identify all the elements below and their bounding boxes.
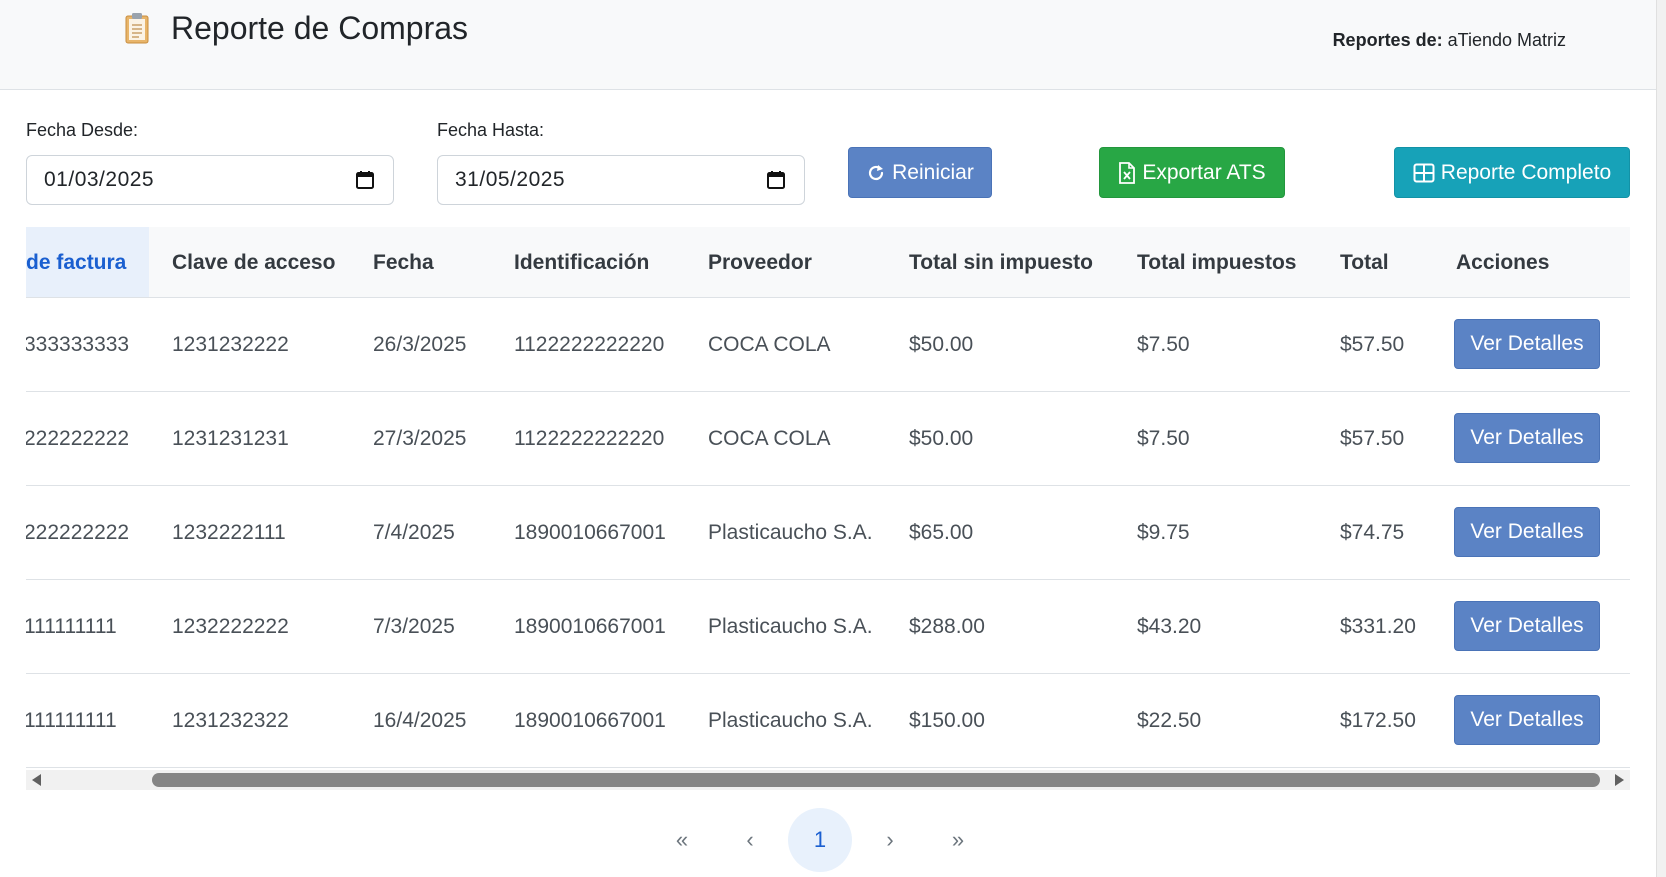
table-header: de factura Clave de acceso Fecha Identif… bbox=[26, 227, 1630, 298]
export-ats-button[interactable]: Exportar ATS bbox=[1099, 147, 1285, 198]
cell-supplier: Plasticaucho S.A. bbox=[708, 709, 873, 732]
table-row: 111111111 1232222222 7/3/2025 1890010667… bbox=[26, 579, 1630, 674]
cell-date: 7/4/2025 bbox=[373, 521, 455, 544]
column-header-subtotal[interactable]: Total sin impuesto bbox=[909, 251, 1093, 275]
cell-date: 7/3/2025 bbox=[373, 615, 455, 638]
column-header-actions: Acciones bbox=[1456, 251, 1550, 274]
page-title: Reporte de Compras bbox=[171, 10, 469, 46]
cell-subtotal: $50.00 bbox=[909, 427, 974, 450]
next-page-button[interactable]: › bbox=[858, 808, 922, 872]
calendar-icon[interactable] bbox=[355, 170, 375, 190]
cell-date: 27/3/2025 bbox=[373, 427, 467, 450]
cell-taxes: $7.50 bbox=[1137, 333, 1190, 356]
page-button-current[interactable]: 1 bbox=[788, 808, 852, 872]
first-page-button[interactable]: « bbox=[650, 808, 714, 872]
pagination: « ‹ 1 › » bbox=[0, 808, 1656, 872]
cell-subtotal: $150.00 bbox=[909, 709, 985, 732]
reports-for-value: aTiendo Matriz bbox=[1447, 30, 1566, 50]
column-header-supplier[interactable]: Proveedor bbox=[708, 251, 812, 275]
cell-identification: 1122222222220 bbox=[514, 333, 665, 356]
cell-identification: 1122222222220 bbox=[514, 427, 665, 450]
full-report-button[interactable]: Reporte Completo bbox=[1394, 147, 1630, 198]
scroll-left-arrow[interactable] bbox=[32, 774, 41, 786]
table-row: 111111111 1231232322 16/4/2025 189001066… bbox=[26, 673, 1630, 768]
cell-access-key: 1232222111 bbox=[172, 521, 286, 544]
column-header-access-key[interactable]: Clave de acceso bbox=[172, 251, 335, 275]
date-from-value: 01/03/2025 bbox=[44, 168, 155, 191]
cell-invoice: 222222222 bbox=[26, 521, 130, 544]
date-to-input[interactable]: 31/05/2025 bbox=[437, 155, 805, 205]
cell-date: 16/4/2025 bbox=[373, 709, 467, 732]
cell-total: $172.50 bbox=[1340, 709, 1416, 732]
prev-page-button[interactable]: ‹ bbox=[718, 808, 782, 872]
reports-for-label: Reportes de: bbox=[1332, 30, 1443, 50]
table-row: 222222222 1231231231 27/3/2025 112222222… bbox=[26, 391, 1630, 486]
scroll-right-arrow[interactable] bbox=[1615, 774, 1624, 786]
refresh-icon bbox=[869, 164, 884, 180]
last-page-button[interactable]: » bbox=[926, 808, 990, 872]
reset-label: Reiniciar bbox=[892, 160, 974, 184]
cell-access-key: 1232222222 bbox=[172, 615, 289, 638]
cell-identification: 1890010667001 bbox=[514, 521, 666, 544]
vertical-scrollbar[interactable] bbox=[1656, 0, 1666, 877]
cell-identification: 1890010667001 bbox=[514, 709, 666, 732]
cell-supplier: Plasticaucho S.A. bbox=[708, 521, 873, 544]
table-row: 333333333 1231232222 26/3/2025 112222222… bbox=[26, 297, 1630, 392]
cell-taxes: $7.50 bbox=[1137, 427, 1190, 450]
cell-subtotal: $288.00 bbox=[909, 615, 985, 638]
view-details-button[interactable]: Ver Detalles bbox=[1454, 319, 1600, 369]
cell-supplier: COCA COLA bbox=[708, 333, 831, 356]
cell-taxes: $43.20 bbox=[1137, 615, 1202, 638]
cell-supplier: COCA COLA bbox=[708, 427, 831, 450]
cell-taxes: $22.50 bbox=[1137, 709, 1202, 732]
date-from-input[interactable]: 01/03/2025 bbox=[26, 155, 394, 205]
cell-access-key: 1231232222 bbox=[172, 333, 289, 356]
date-from-label: Fecha Desde: bbox=[26, 120, 139, 140]
cell-identification: 1890010667001 bbox=[514, 615, 666, 638]
column-header-invoice[interactable]: de factura bbox=[26, 251, 126, 275]
table-icon bbox=[1413, 163, 1435, 182]
cell-subtotal: $65.00 bbox=[909, 521, 974, 544]
column-header-date[interactable]: Fecha bbox=[373, 251, 434, 275]
cell-invoice: 333333333 bbox=[26, 333, 130, 356]
export-ats-label: Exportar ATS bbox=[1142, 160, 1266, 184]
cell-total: $74.75 bbox=[1340, 521, 1405, 544]
full-report-label: Reporte Completo bbox=[1440, 160, 1612, 184]
view-details-button[interactable]: Ver Detalles bbox=[1454, 413, 1600, 463]
cell-subtotal: $50.00 bbox=[909, 333, 974, 356]
table-row: 222222222 1232222111 7/4/2025 1890010667… bbox=[26, 485, 1630, 580]
reset-button[interactable]: Reiniciar bbox=[848, 147, 992, 198]
cell-invoice: 222222222 bbox=[26, 427, 130, 450]
cell-total: $57.50 bbox=[1340, 427, 1405, 450]
cell-total: $57.50 bbox=[1340, 333, 1405, 356]
cell-supplier: Plasticaucho S.A. bbox=[708, 615, 873, 638]
column-header-taxes[interactable]: Total impuestos bbox=[1137, 251, 1296, 275]
cell-access-key: 1231231231 bbox=[172, 427, 289, 450]
view-details-button[interactable]: Ver Detalles bbox=[1454, 507, 1600, 557]
cell-access-key: 1231232322 bbox=[172, 709, 289, 732]
date-to-label: Fecha Hasta: bbox=[437, 120, 545, 140]
horizontal-scrollbar[interactable] bbox=[26, 770, 1630, 790]
date-to-value: 31/05/2025 bbox=[455, 168, 566, 191]
cell-date: 26/3/2025 bbox=[373, 333, 467, 356]
purchases-table: de factura Clave de acceso Fecha Identif… bbox=[26, 227, 1630, 790]
reports-for: Reportes de: aTiendo Matriz bbox=[1333, 30, 1566, 51]
view-details-button[interactable]: Ver Detalles bbox=[1454, 601, 1600, 651]
clipboard-icon bbox=[125, 13, 149, 44]
cell-taxes: $9.75 bbox=[1137, 521, 1190, 544]
scroll-thumb[interactable] bbox=[152, 773, 1600, 787]
cell-invoice: 111111111 bbox=[26, 709, 117, 732]
cell-invoice: 111111111 bbox=[26, 615, 117, 638]
file-excel-icon bbox=[1119, 161, 1136, 184]
cell-total: $331.20 bbox=[1340, 615, 1416, 638]
page-header: Reporte de Compras Reportes de: aTiendo … bbox=[0, 0, 1656, 90]
column-header-identification[interactable]: Identificación bbox=[514, 251, 649, 275]
calendar-icon[interactable] bbox=[766, 170, 786, 190]
column-header-total[interactable]: Total bbox=[1340, 251, 1389, 275]
view-details-button[interactable]: Ver Detalles bbox=[1454, 695, 1600, 745]
